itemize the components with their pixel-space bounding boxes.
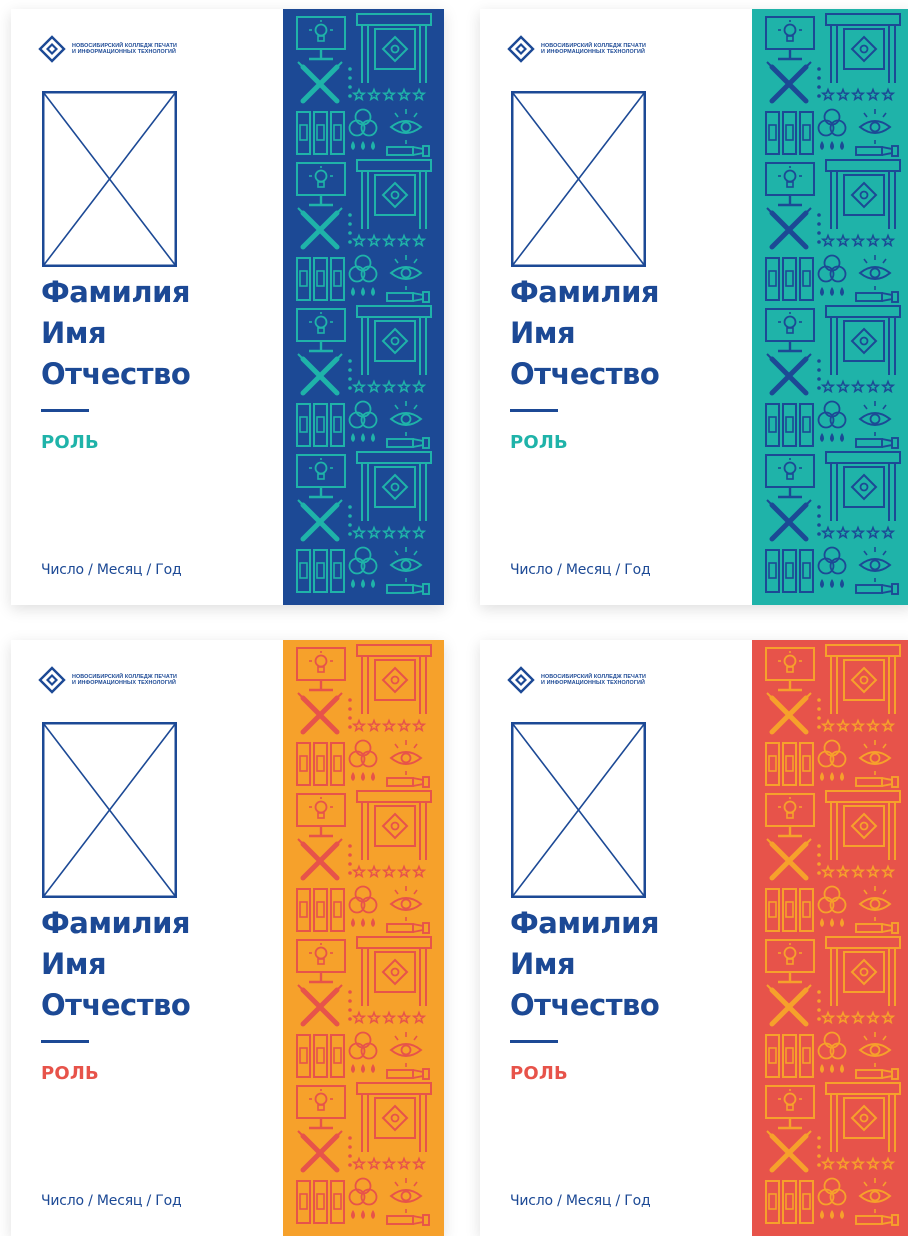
patronymic: Отчество <box>41 988 191 1022</box>
college-header: НОВОСИБИРСКИЙ КОЛЛЕДЖ ПЕЧАТИ И ИНФОРМАЦИ… <box>38 35 177 63</box>
college-name: НОВОСИБИРСКИЙ КОЛЛЕДЖ ПЕЧАТИ И ИНФОРМАЦИ… <box>72 674 177 687</box>
college-name-line2: И ИНФОРМАЦИОННЫХ ТЕХНОЛОГИЙ <box>541 49 645 55</box>
patronymic: Отчество <box>510 357 660 391</box>
surname: Фамилия <box>510 906 660 940</box>
college-header: НОВОСИБИРСКИЙ КОЛЛЕДЖ ПЕЧАТИ И ИНФОРМАЦИ… <box>507 35 646 63</box>
surname: Фамилия <box>41 906 191 940</box>
first-name: Имя <box>510 316 576 350</box>
college-name: НОВОСИБИРСКИЙ КОЛЛЕДЖ ПЕЧАТИ И ИНФОРМАЦИ… <box>72 43 177 56</box>
divider <box>510 1040 558 1043</box>
date-label: Число / Месяц / Год <box>41 562 182 578</box>
college-logo-icon <box>507 666 535 694</box>
role-label: РОЛЬ <box>41 432 99 453</box>
role-label: РОЛЬ <box>510 432 568 453</box>
full-name: Фамилия Имя Отчество <box>41 903 271 1026</box>
college-name-line2: И ИНФОРМАЦИОННЫХ ТЕХНОЛОГИЙ <box>541 680 645 686</box>
photo-placeholder-icon <box>42 722 177 898</box>
badge-card-orange: НОВОСИБИРСКИЙ КОЛЛЕДЖ ПЕЧАТИ И ИНФОРМАЦИ… <box>11 640 444 1236</box>
badge-card-red: НОВОСИБИРСКИЙ КОЛЛЕДЖ ПЕЧАТИ И ИНФОРМАЦИ… <box>480 640 908 1236</box>
divider <box>510 409 558 412</box>
college-name-line2: И ИНФОРМАЦИОННЫХ ТЕХНОЛОГИЙ <box>72 49 176 55</box>
college-logo-icon <box>507 35 535 63</box>
surname: Фамилия <box>510 275 660 309</box>
badge-card-blue: НОВОСИБИРСКИЙ КОЛЛЕДЖ ПЕЧАТИ И ИНФОРМАЦИ… <box>11 9 444 605</box>
college-header: НОВОСИБИРСКИЙ КОЛЛЕДЖ ПЕЧАТИ И ИНФОРМАЦИ… <box>507 666 646 694</box>
patronymic: Отчество <box>41 357 191 391</box>
pattern-strip <box>752 9 908 605</box>
role-label: РОЛЬ <box>510 1063 568 1084</box>
pattern-strip <box>752 640 908 1236</box>
college-logo-icon <box>38 666 66 694</box>
date-label: Число / Месяц / Год <box>510 562 651 578</box>
full-name: Фамилия Имя Отчество <box>41 272 271 395</box>
pattern-strip <box>283 640 444 1236</box>
full-name: Фамилия Имя Отчество <box>510 272 740 395</box>
badge-card-teal: НОВОСИБИРСКИЙ КОЛЛЕДЖ ПЕЧАТИ И ИНФОРМАЦИ… <box>480 9 908 605</box>
patronymic: Отчество <box>510 988 660 1022</box>
divider <box>41 1040 89 1043</box>
pattern-strip <box>283 9 444 605</box>
college-name: НОВОСИБИРСКИЙ КОЛЛЕДЖ ПЕЧАТИ И ИНФОРМАЦИ… <box>541 43 646 56</box>
role-label: РОЛЬ <box>41 1063 99 1084</box>
photo-placeholder-icon <box>511 722 646 898</box>
college-name: НОВОСИБИРСКИЙ КОЛЛЕДЖ ПЕЧАТИ И ИНФОРМАЦИ… <box>541 674 646 687</box>
college-header: НОВОСИБИРСКИЙ КОЛЛЕДЖ ПЕЧАТИ И ИНФОРМАЦИ… <box>38 666 177 694</box>
first-name: Имя <box>41 947 107 981</box>
date-label: Число / Месяц / Год <box>510 1193 651 1209</box>
college-name-line2: И ИНФОРМАЦИОННЫХ ТЕХНОЛОГИЙ <box>72 680 176 686</box>
college-logo-icon <box>38 35 66 63</box>
full-name: Фамилия Имя Отчество <box>510 903 740 1026</box>
date-label: Число / Месяц / Год <box>41 1193 182 1209</box>
surname: Фамилия <box>41 275 191 309</box>
photo-placeholder-icon <box>511 91 646 267</box>
divider <box>41 409 89 412</box>
photo-placeholder-icon <box>42 91 177 267</box>
first-name: Имя <box>510 947 576 981</box>
first-name: Имя <box>41 316 107 350</box>
